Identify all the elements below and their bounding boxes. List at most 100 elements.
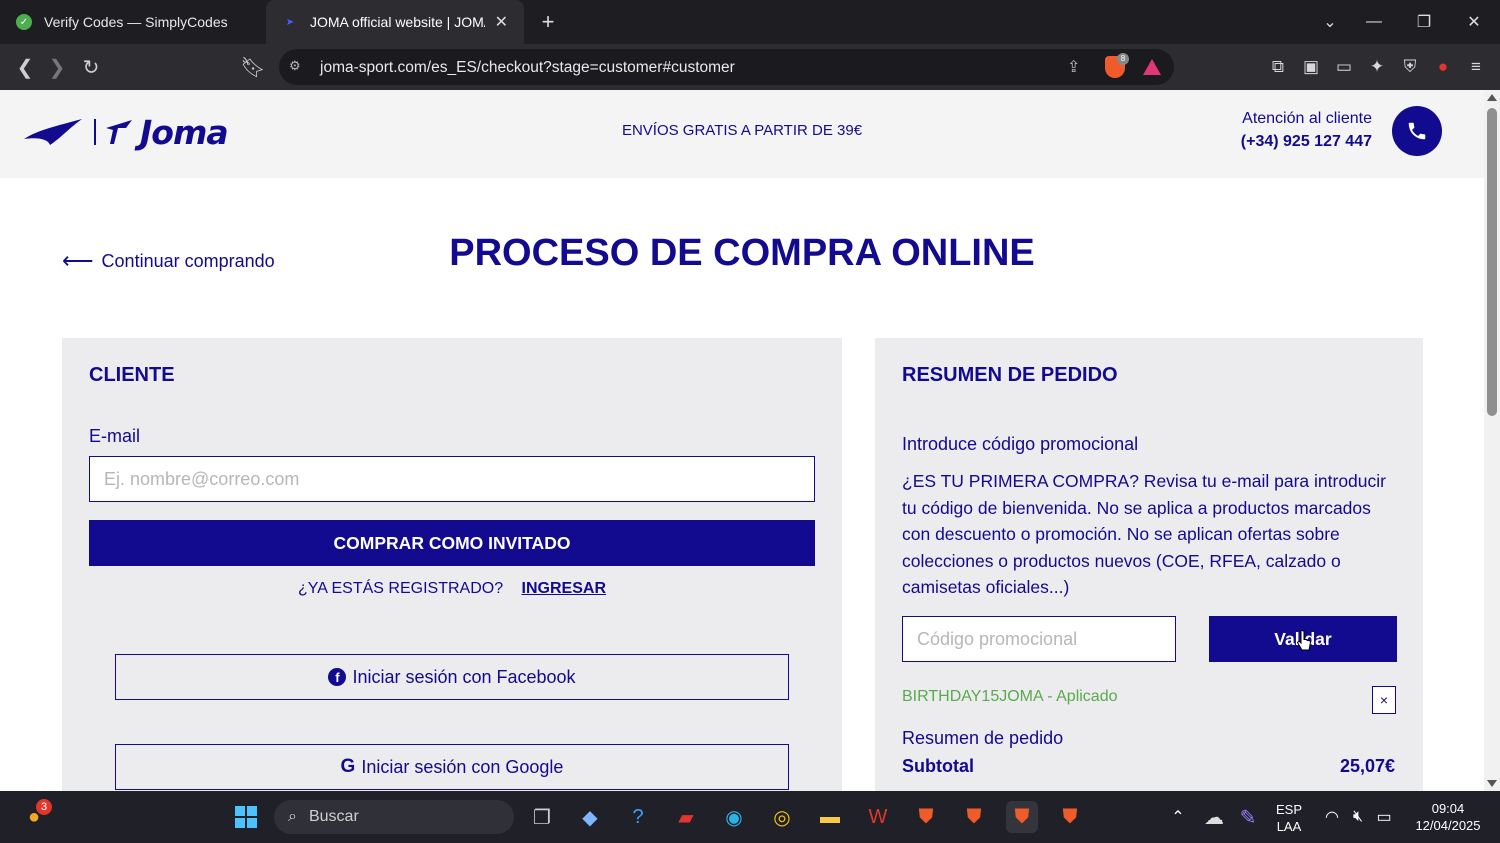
joma-logo[interactable]: Joma [22,112,229,152]
taskbar-search[interactable]: ⌕ Buscar [274,800,514,834]
order-summary-title: RESUMEN DE PEDIDO [902,364,1118,386]
login-link[interactable]: INGRESAR [522,580,606,597]
battery-icon[interactable]: ▭ [1368,801,1400,833]
scrollbar-thumb[interactable] [1487,108,1497,416]
brave-icon-2[interactable]: ⛊ [958,801,990,833]
page-scrollbar[interactable] [1484,90,1500,791]
lang-bottom: LAA [1276,819,1302,834]
promo-code-field[interactable] [902,616,1176,662]
support-phone[interactable]: (+34) 925 127 447 [1160,133,1372,151]
page-viewport: Joma ENVÍOS GRATIS A PARTIR DE 39€ Atenc… [0,90,1484,791]
new-tab-button[interactable]: + [536,8,560,36]
address-bar[interactable]: ⚙ joma-sport.com/es_ES/checkout?stage=cu… [279,49,1174,85]
lang-top: ESP [1275,802,1302,817]
continue-shopping-link[interactable]: ⟵ Continuar comprando [62,248,275,274]
tab-list-icon[interactable]: ⌄ [1306,0,1354,44]
file-explorer-icon[interactable]: ▬ [814,801,846,833]
brave-icon-1[interactable]: ⛊ [910,801,942,833]
google-login-button[interactable]: G Iniciar sesión con Google [115,744,789,790]
promo-description: ¿ES TU PRIMERA COMPRA? Revisa tu e-mail … [902,471,1386,597]
joma-favicon-icon: ➤ [285,16,295,28]
browser-tabbar: ✓ Verify Codes — SimplyCodes ➤ JOMA offi… [0,0,1500,44]
phone-button[interactable] [1392,106,1442,156]
order-summary-panel: RESUMEN DE PEDIDO Introduce código promo… [875,338,1423,791]
task-view-icon[interactable]: ❐ [526,801,558,833]
subtotal-label: Subtotal [902,756,974,776]
scroll-up-icon[interactable] [1487,94,1497,101]
registered-prompt-row: ¿YA ESTÁS REGISTRADO? INGRESAR [89,580,815,598]
close-window-button[interactable]: ✕ [1450,0,1498,44]
share-icon[interactable]: ⇪ [1067,57,1080,77]
customer-panel: CLIENTE E-mail COMPRAR COMO INVITADO ¿YA… [62,338,842,791]
facebook-login-label: Iniciar sesión con Facebook [352,666,576,687]
facebook-icon: f [328,668,347,686]
simplycodes-extension-icon[interactable]: ● [1432,56,1454,78]
continue-shopping-label: Continuar comprando [101,250,275,271]
leo-ai-icon[interactable]: ✦ [1366,56,1388,78]
logo-text: Joma [140,112,229,152]
sidebar-icon[interactable]: ▣ [1300,56,1322,78]
scroll-down-icon[interactable] [1487,780,1497,787]
chevron-up-icon[interactable]: ⌃ [1162,801,1194,833]
customer-title: CLIENTE [89,364,175,386]
onedrive-icon[interactable]: ☁ [1198,801,1230,833]
url-text[interactable]: joma-sport.com/es_ES/checkout?stage=cust… [320,59,735,77]
joma-swoosh-icon [24,119,82,145]
shields-count-badge: 8 [1117,53,1129,65]
back-icon[interactable]: ❮ [10,52,40,82]
site-info-icon[interactable]: ⚙ [289,58,301,74]
page-title: PROCESO DE COMPRA ONLINE [449,232,1035,274]
mouse-cursor-icon [1296,630,1312,651]
reload-icon[interactable]: ↻ [76,52,106,82]
brave-icon-3[interactable]: ⛊ [1006,801,1038,833]
remove-code-button[interactable]: × [1372,686,1396,714]
registered-prompt: ¿YA ESTÁS REGISTRADO? [298,580,504,597]
google-icon: G [340,756,356,777]
simplycodes-icon: ✓ [16,14,32,30]
app-w-icon[interactable]: W [862,801,894,833]
guest-checkout-button[interactable]: COMPRAR COMO INVITADO [89,520,815,566]
brave-icon-4[interactable]: ⛊ [1054,801,1086,833]
browser-toolbar: ❮ ❯ ↻ 🔖︎ ⚙ joma-sport.com/es_ES/checkout… [0,44,1500,90]
widgets-notification-badge: 3 [36,799,52,815]
arrow-left-icon: ⟵ [62,248,94,273]
extensions-icon[interactable]: ⧉ [1267,56,1289,78]
minimize-button[interactable]: — [1350,0,1398,44]
email-label: E-mail [89,426,141,446]
tab-joma[interactable]: ➤ JOMA official website | JOMA ® ✕ [266,0,524,44]
vpn-icon[interactable]: ⛨ [1399,56,1421,78]
search-placeholder: Buscar [308,808,359,825]
promo-label: Introduce código promocional [902,434,1139,454]
tab-simplycodes[interactable]: ✓ Verify Codes — SimplyCodes [0,0,266,44]
tab-title: Verify Codes — SimplyCodes [44,14,228,30]
email-field[interactable] [89,456,815,502]
applied-code-status: BIRTHDAY15JOMA - Aplicado [902,688,1118,705]
subtotal-value: 25,07€ [1339,756,1395,776]
order-summary-label: Resumen de pedido [902,728,1064,748]
site-header: Joma ENVÍOS GRATIS A PARTIR DE 39€ Atenc… [0,90,1484,178]
help-icon[interactable]: ? [622,801,654,833]
restore-button[interactable]: ❐ [1400,0,1448,44]
brave-rewards-icon[interactable] [1143,59,1161,75]
close-tab-icon[interactable]: ✕ [495,12,508,32]
search-icon: ⌕ [288,808,297,825]
clock-date: 12/04/2025 [1415,818,1481,833]
copilot-icon[interactable]: ◆ [574,801,606,833]
language-indicator[interactable]: ESP LAA [1270,801,1308,835]
support-label: Atención al cliente [1242,110,1372,127]
clock-time: 09:04 [1431,801,1465,816]
edge-icon[interactable]: ◉ [718,801,750,833]
clock[interactable]: 09:04 12/04/2025 [1408,800,1488,834]
bookmark-icon[interactable]: 🔖︎ [238,52,268,82]
start-button-icon[interactable] [230,801,262,833]
app-red-icon[interactable]: ▰ [670,801,702,833]
forward-icon[interactable]: ❯ [42,52,72,82]
facebook-login-button[interactable]: f Iniciar sesión con Facebook [115,654,789,700]
windows-taskbar: ● ⌕ Buscar ❐ ◆ ? ▰ ◉ ◎ ▬ W ⛊ ⛊ ⛊ ⛊ ⌃ ☁ ✎… [0,791,1500,843]
wallet-icon[interactable]: ▭ [1333,56,1355,78]
shipping-banner: ENVÍOS GRATIS A PARTIR DE 39€ [621,122,863,139]
chrome-icon[interactable]: ◎ [766,801,798,833]
menu-icon[interactable]: ≡ [1465,56,1487,78]
phone-icon [1408,122,1426,140]
pen-icon[interactable]: ✎ [1232,801,1264,833]
